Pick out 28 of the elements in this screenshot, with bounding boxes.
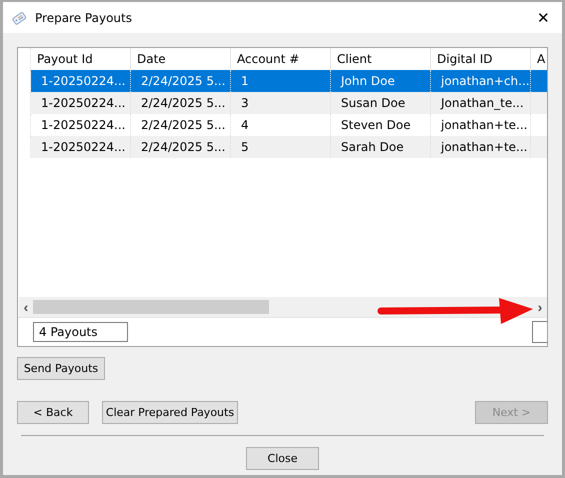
table-cell[interactable]: Sarah Doe (331, 136, 431, 158)
action-button[interactable]: Clear Prepared Payouts (102, 401, 238, 424)
summary-field[interactable]: 4 Payouts (33, 322, 128, 342)
table-cell[interactable]: 2/24/2025 5... (131, 136, 231, 158)
close-button[interactable]: Close (246, 447, 319, 470)
table-cell[interactable]: jonathan+ch... (431, 70, 531, 92)
action-button[interactable]: < Back (17, 401, 89, 424)
table-cell[interactable]: John Doe (331, 70, 431, 92)
footer-field[interactable] (532, 321, 547, 343)
scroll-thumb[interactable] (33, 300, 269, 314)
table-cell[interactable]: Jonathan_te... (431, 92, 531, 114)
table-cell[interactable]: 1-20250224... (31, 92, 131, 114)
table-cell[interactable] (531, 92, 547, 114)
window-title: Prepare Payouts (35, 10, 133, 24)
table-cell[interactable] (531, 70, 547, 92)
send-payouts-button[interactable]: Send Payouts (17, 357, 105, 380)
table-cell[interactable]: 3 (231, 92, 331, 114)
table-cell[interactable]: 1-20250224... (31, 70, 131, 92)
scroll-left-button[interactable]: ‹ (19, 299, 33, 315)
scroll-right-button[interactable]: › (533, 299, 547, 315)
table-cell[interactable] (531, 136, 547, 158)
table-cell[interactable]: Susan Doe (331, 92, 431, 114)
table-cell[interactable]: 2/24/2025 5... (131, 92, 231, 114)
table-cell[interactable]: 2/24/2025 5... (131, 70, 231, 92)
table-cell[interactable]: 1-20250224... (31, 136, 131, 158)
table-cell[interactable]: jonathan+te... (431, 136, 531, 158)
table-cell[interactable]: 5 (231, 136, 331, 158)
table-cell[interactable]: 1 (231, 70, 331, 92)
